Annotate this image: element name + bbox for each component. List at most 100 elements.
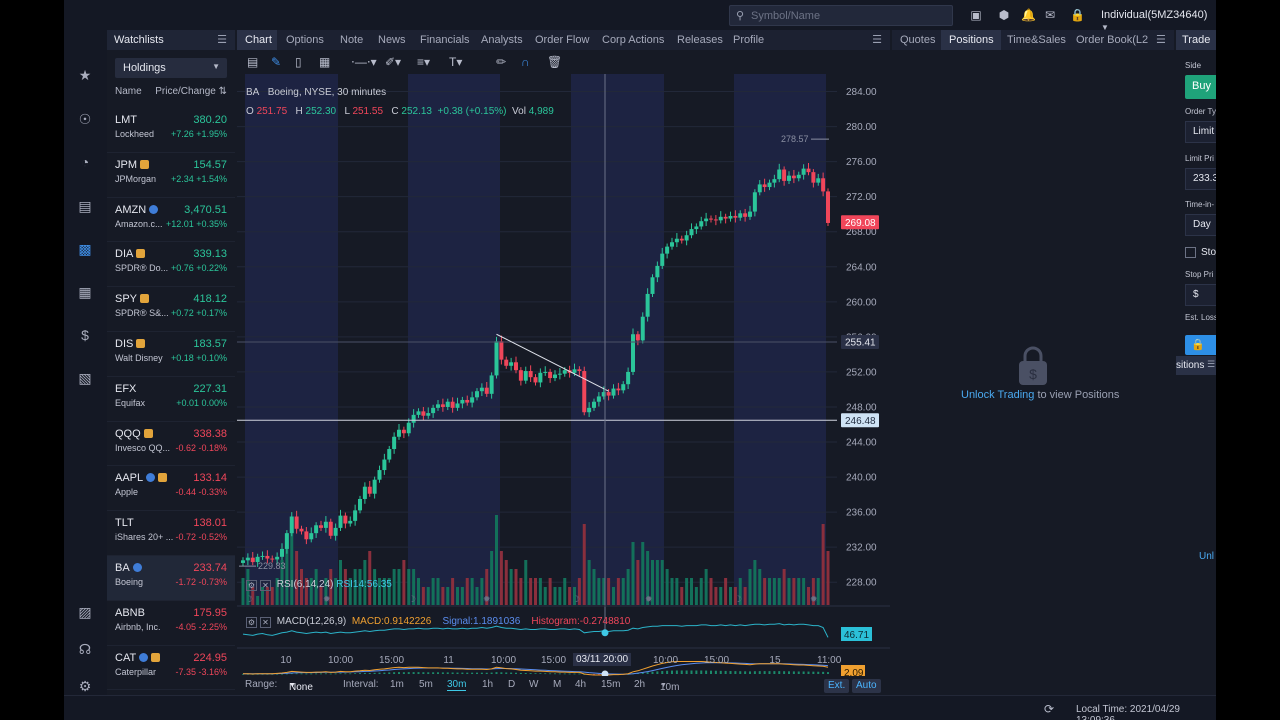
settings-icon[interactable]: ⚙ — [246, 580, 257, 591]
unlock-button[interactable]: 🔒 — [1185, 335, 1216, 355]
symbol-search-input[interactable]: ⚲ Symbol/Name — [729, 5, 953, 26]
tab-news[interactable]: News — [378, 34, 406, 46]
positions-subtab[interactable]: sitions ☰ — [1176, 356, 1216, 375]
tab-releases[interactable]: Releases — [677, 34, 723, 46]
interval-4h[interactable]: 4h — [575, 679, 586, 690]
watchlist-row[interactable]: LMT Lockheed 380.20 +7.26 +1.95% — [107, 108, 235, 153]
interval-2h[interactable]: 2h — [634, 679, 645, 690]
report-icon[interactable]: ▧ — [76, 369, 94, 387]
layout-icon[interactable]: ▯ — [295, 55, 302, 69]
close-icon[interactable]: ✕ — [260, 580, 271, 591]
headset-icon[interactable]: ☊ — [76, 640, 94, 658]
unlock-trading-link[interactable]: Unl — [1199, 551, 1214, 562]
ohlc-readout: O 251.75 H 252.30 L 251.55 C 252.13 +0.3… — [246, 106, 554, 117]
tab-positions[interactable]: Positions — [949, 34, 994, 46]
col-name[interactable]: Name — [115, 86, 142, 97]
trash-icon[interactable]: 🗑 — [547, 55, 562, 69]
col-price-change[interactable]: Price/Change ⇅ — [155, 86, 227, 97]
star-icon[interactable]: ★ — [76, 66, 94, 84]
watchlist-row[interactable]: DIA SPDR® Do... 339.13 +0.76 +0.22% — [107, 242, 235, 288]
menu-icon[interactable]: ☰ — [217, 33, 227, 46]
volume-bar — [607, 578, 611, 605]
stop-checkbox[interactable] — [1185, 247, 1196, 258]
line-tool-icon[interactable]: ⋅—⋅▾ — [351, 55, 377, 69]
tab-trade[interactable]: Trade — [1176, 30, 1216, 50]
gear-icon[interactable]: ⚙ — [76, 677, 94, 695]
watchlist-row[interactable]: JPM JPMorgan 154.57 +2.34 +1.54% — [107, 153, 235, 198]
watchlist-row[interactable]: DIS Walt Disney 183.57 +0.18 +0.10% — [107, 332, 235, 377]
refresh-icon[interactable]: ⟳ — [1044, 702, 1054, 716]
save-icon[interactable]: ▣ — [969, 8, 983, 22]
candle-body — [509, 362, 514, 366]
wallet-icon[interactable]: ▦ — [76, 283, 94, 301]
mail-icon[interactable]: ✉ — [1043, 8, 1057, 22]
eraser-icon[interactable]: ✏ — [496, 55, 506, 69]
lock-icon[interactable]: 🔒 — [1070, 8, 1085, 22]
auto-scale-button[interactable]: Auto — [852, 679, 881, 693]
close-icon[interactable]: ✕ — [260, 617, 271, 628]
tab-quotes[interactable]: Quotes — [900, 34, 935, 46]
fib-tool-icon[interactable]: ≡▾ — [417, 55, 430, 69]
extended-hours-button[interactable]: Ext. — [824, 679, 850, 693]
book-icon[interactable]: ▨ — [76, 603, 94, 621]
interval-30m[interactable]: 30m — [447, 679, 467, 691]
paint-roller-icon[interactable]: ▤ — [76, 197, 94, 215]
interval-15m[interactable]: 15m — [601, 679, 620, 690]
gauge-icon[interactable]: ◔ — [76, 153, 94, 171]
pen-tool-icon[interactable]: ✐▾ — [385, 55, 401, 69]
unlock-trading-link[interactable]: Unlock Trading — [961, 389, 1034, 401]
macd-histogram-bar — [295, 673, 298, 675]
chart-type-icon[interactable]: ▤ — [247, 55, 258, 69]
watchlist-dropdown[interactable]: Holdings ▼ — [115, 58, 227, 78]
draw-pencil-icon[interactable]: ✎ — [271, 55, 281, 69]
tab-time-sales[interactable]: Time&Sales — [1007, 34, 1066, 46]
chart-bars-icon[interactable]: ▩ — [76, 240, 94, 258]
sun-icon: ✹ — [483, 595, 491, 605]
tab-analysts[interactable]: Analysts — [481, 34, 523, 46]
interval-5m[interactable]: 5m — [419, 679, 433, 690]
volume-bar — [743, 587, 747, 605]
watchlist-row[interactable]: BA Boeing 233.74 -1.72 -0.73% — [107, 555, 235, 601]
tab-order-book[interactable]: Order Book(L2 — [1076, 34, 1148, 46]
globe-icon[interactable]: ☉ — [76, 110, 94, 128]
candle-body — [762, 184, 767, 188]
cube-icon[interactable]: ⬢ — [997, 8, 1011, 22]
tab-profile[interactable]: Profile — [733, 34, 764, 46]
tab-corp-actions[interactable]: Corp Actions — [602, 34, 664, 46]
watchlist-row[interactable]: ABNB Airbnb, Inc. 175.95 -4.05 -2.25% — [107, 601, 235, 646]
watchlist-row[interactable]: AMZN Amazon.c... 3,470.51 +12.01 +0.35% — [107, 198, 235, 243]
watchlists-tab[interactable]: Watchlists ☰ — [107, 30, 235, 50]
stop-price-input[interactable]: $ — [1185, 284, 1216, 306]
interval-1m[interactable]: 1m — [390, 679, 404, 690]
menu-icon[interactable]: ☰ — [1207, 359, 1215, 370]
text-tool-icon[interactable]: T▾ — [449, 55, 462, 69]
watchlist-row[interactable]: SPY SPDR® S&... 418.12 +0.72 +0.17% — [107, 287, 235, 332]
buy-button[interactable]: Buy — [1185, 75, 1216, 99]
tab-chart[interactable]: Chart — [245, 34, 272, 46]
interval-m[interactable]: M — [553, 679, 561, 690]
tab-options[interactable]: Options — [286, 34, 324, 46]
tab-financials[interactable]: Financials — [420, 34, 470, 46]
tif-select[interactable]: Day — [1185, 214, 1216, 236]
dollar-icon[interactable]: $ — [76, 326, 94, 344]
interval-w[interactable]: W — [529, 679, 538, 690]
watchlist-row[interactable]: CAT Caterpillar 224.95 -7.35 -3.16% — [107, 646, 235, 691]
menu-icon[interactable]: ☰ — [872, 33, 882, 46]
grid-icon[interactable]: ▦ — [319, 55, 330, 69]
interval-1h[interactable]: 1h — [482, 679, 493, 690]
watchlist-row[interactable]: EFX Equifax 227.31 +0.01 0.00% — [107, 377, 235, 422]
candle-body — [728, 215, 733, 219]
bell-icon[interactable]: 🔔 — [1021, 8, 1036, 22]
interval-d[interactable]: D — [508, 679, 515, 690]
watchlist-row[interactable]: AAPL Apple 133.14 -0.44 -0.33% — [107, 466, 235, 512]
row-name: Boeing — [115, 576, 144, 587]
menu-icon[interactable]: ☰ — [1156, 33, 1166, 46]
tab-note[interactable]: Note — [340, 34, 363, 46]
watchlist-row[interactable]: TLT iShares 20+ ... 138.01 -0.72 -0.52% — [107, 511, 235, 556]
settings-icon[interactable]: ⚙ — [246, 617, 257, 628]
limit-price-input[interactable]: 233.3 — [1185, 168, 1216, 190]
order-type-select[interactable]: Limit — [1185, 121, 1216, 143]
magnet-icon[interactable]: ∩ — [521, 55, 530, 69]
watchlist-row[interactable]: QQQ Invesco QQ... 338.38 -0.62 -0.18% — [107, 422, 235, 467]
tab-order-flow[interactable]: Order Flow — [535, 34, 589, 46]
